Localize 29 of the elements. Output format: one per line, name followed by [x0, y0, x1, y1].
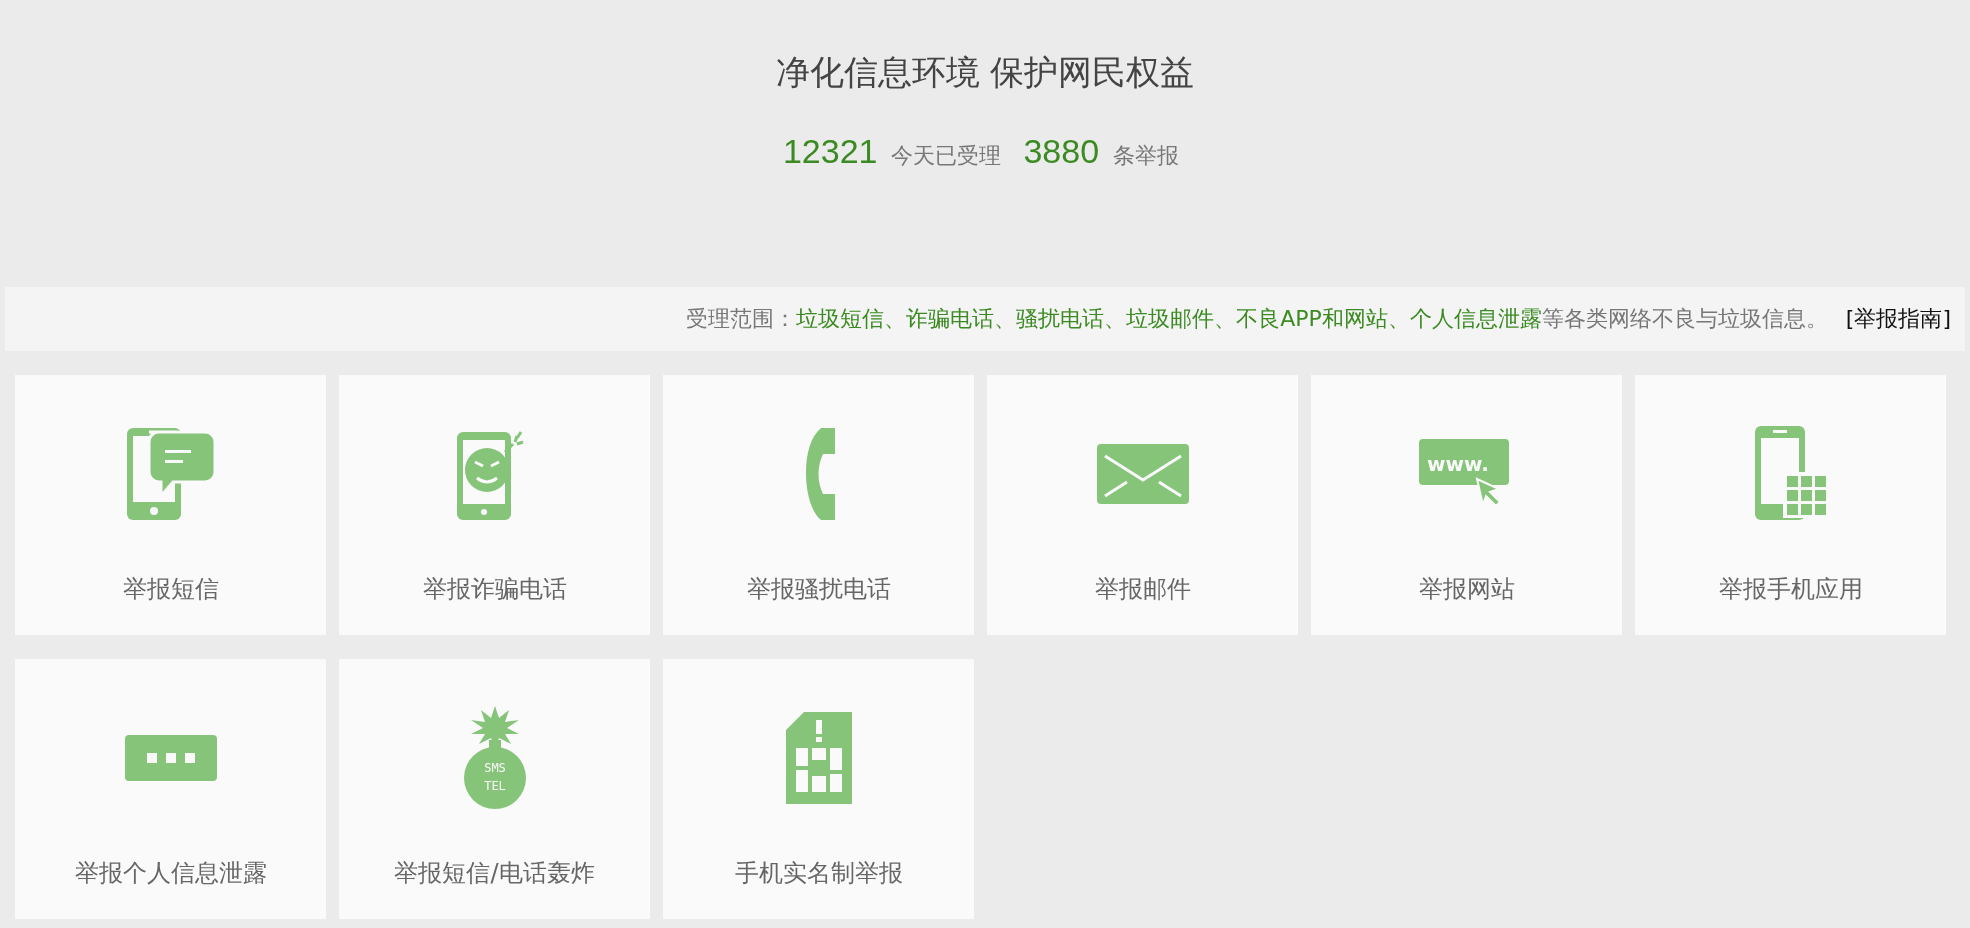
- count-number: 3880: [1023, 132, 1100, 171]
- page-title: 净化信息环境 保护网民权益: [775, 51, 1195, 94]
- count-number: 12321: [782, 132, 878, 171]
- report-card[interactable]: www. 举报网站: [1311, 375, 1622, 635]
- card-label: 举报短信/电话轰炸: [394, 858, 595, 889]
- card-label: 举报个人信息泄露: [74, 858, 267, 889]
- card-label: 举报短信: [122, 574, 219, 605]
- count-caption: 今天已受理: [891, 142, 1002, 170]
- report-card[interactable]: 举报手机应用: [1635, 375, 1946, 635]
- card-label: 手机实名制举报: [734, 858, 903, 889]
- phone-message-icon: [124, 426, 217, 522]
- card-label: 举报诈骗电话: [422, 574, 567, 605]
- card-label: 举报网站: [1418, 574, 1515, 605]
- report-card[interactable]: 举报短信: [15, 375, 326, 635]
- card-label: 举报手机应用: [1718, 574, 1863, 605]
- report-card[interactable]: SMS TEL 举报短信/电话轰炸: [339, 659, 650, 919]
- scope-text: 受理范围：垃圾短信、诈骗电话、骚扰电话、垃圾邮件、不良APP和网站、个人信息泄露等各类网络不良与垃圾信息。: [686, 305, 1828, 333]
- card-label: 举报邮件: [1094, 574, 1191, 605]
- dots-icon: [124, 735, 217, 781]
- report-guide-link[interactable]: [举报指南]: [1845, 304, 1951, 334]
- envelope-icon: [1096, 444, 1189, 504]
- report-card[interactable]: 举报骚扰电话: [663, 375, 974, 635]
- report-card[interactable]: 举报诈骗电话: [339, 375, 650, 635]
- report-card[interactable]: 举报个人信息泄露: [15, 659, 326, 919]
- report-card[interactable]: 举报邮件: [987, 375, 1298, 635]
- sim-card-icon: [785, 712, 852, 804]
- card-label: 举报骚扰电话: [746, 574, 891, 605]
- report-card[interactable]: 手机实名制举报: [663, 659, 974, 919]
- count-caption: 条举报: [1113, 142, 1180, 170]
